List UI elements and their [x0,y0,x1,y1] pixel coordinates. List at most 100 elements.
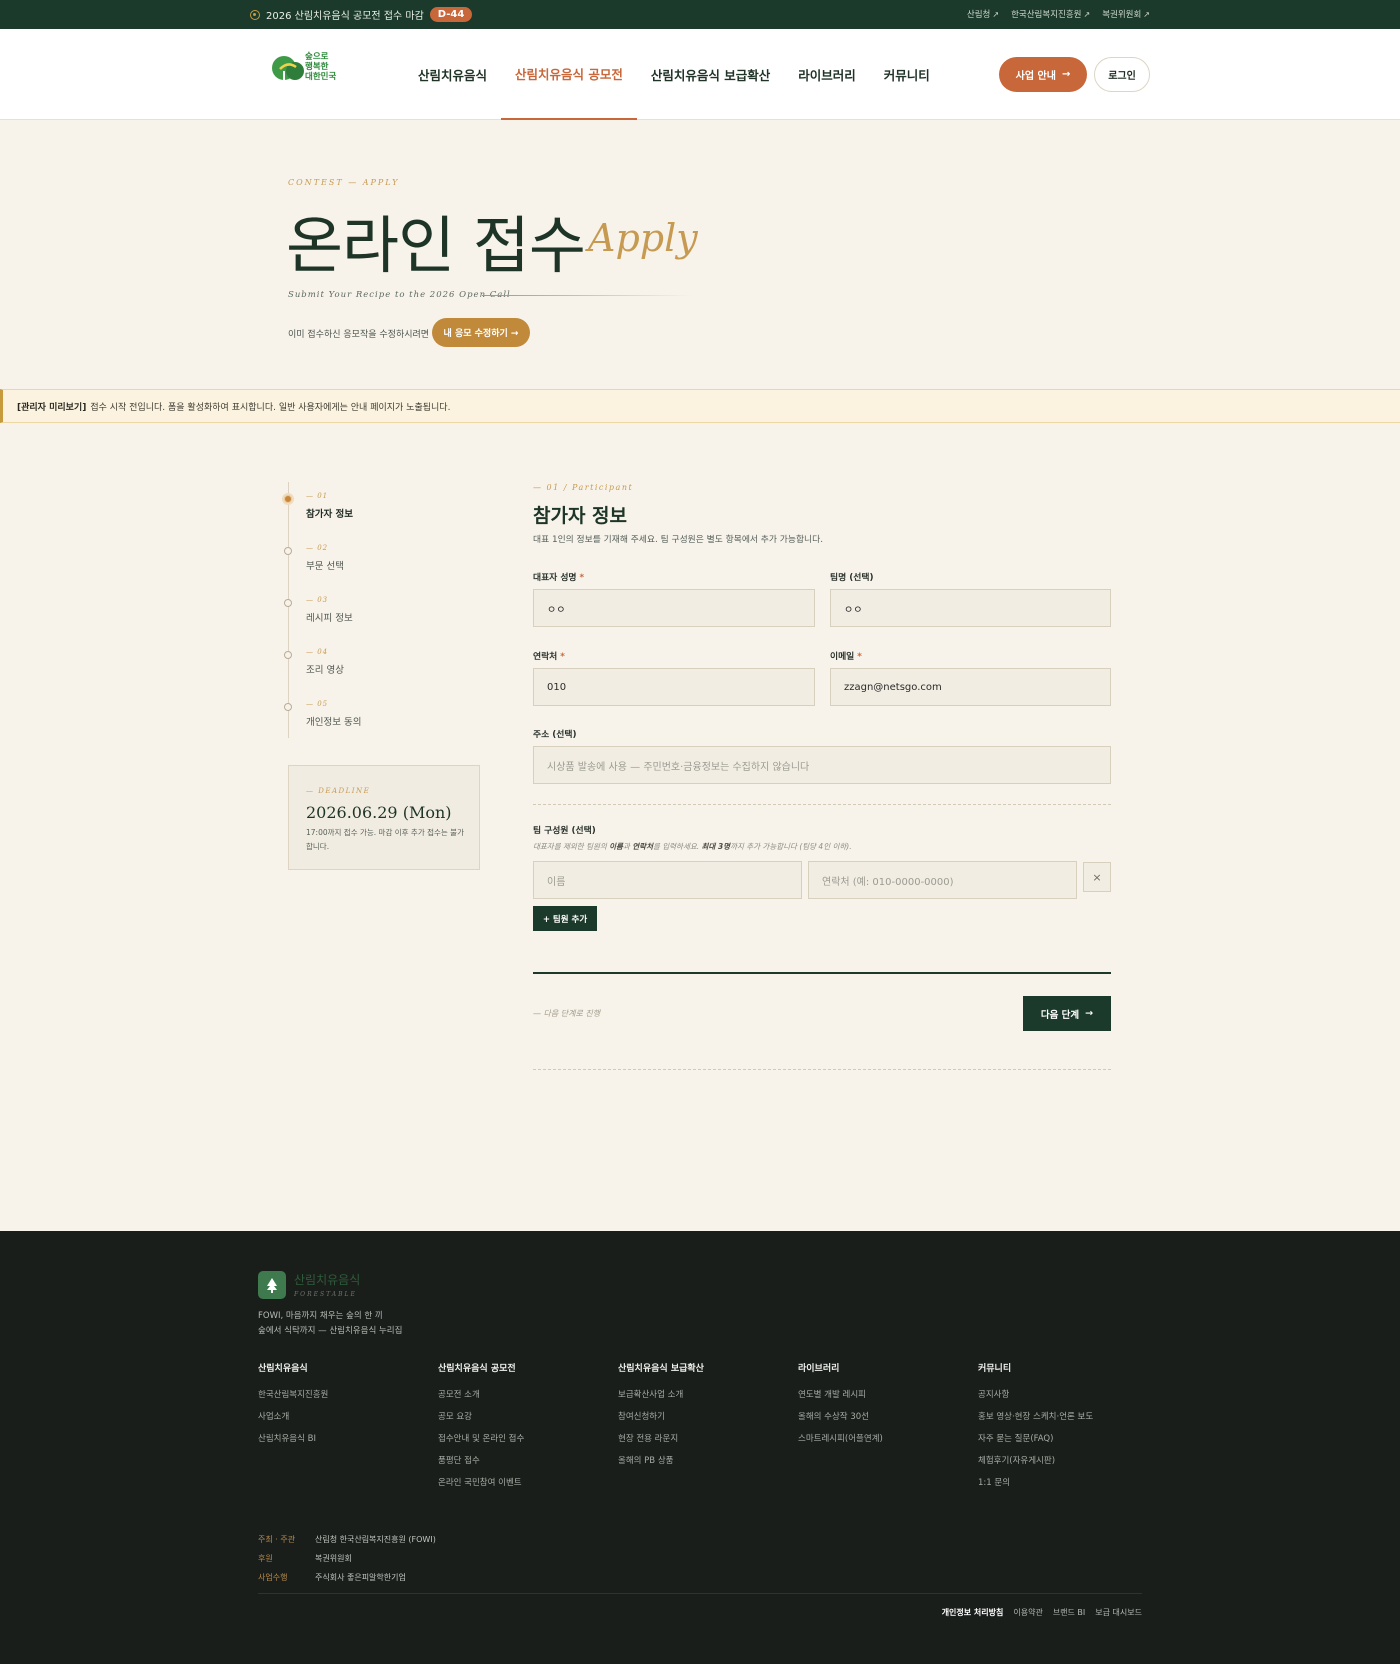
member-name-input[interactable]: 이름 [533,861,802,899]
step-marker [284,651,292,659]
nav-item-spread[interactable]: 산림치유음식 보급확산 [637,29,784,120]
brand-bi-link[interactable]: 브랜드 BI [1053,1607,1085,1618]
step-marker [284,495,292,503]
main-nav: 산림치유음식 산림치유음식 공모전 산림치유음식 보급확산 라이브러리 커뮤니티 [404,29,944,120]
edit-submission-button[interactable]: 내 응모 수정하기 → [432,318,530,347]
privacy-policy-link[interactable]: 개인정보 처리방침 [942,1607,1004,1618]
footer-link[interactable]: 온라인 국민참여 이벤트 [438,1476,524,1488]
form-end-separator [533,1069,1111,1070]
email-field[interactable]: zzagn@netsgo.com [830,668,1111,706]
hero-eyebrow: CONTEST — APPLY [288,178,400,187]
next-step-button[interactable]: 다음 단계 → [1023,996,1111,1031]
step-marker [284,547,292,555]
terms-link[interactable]: 이용약관 [1013,1607,1042,1618]
footer-link[interactable]: 체험후기(자유게시판) [978,1454,1093,1466]
members-hint: 대표자를 제외한 팀원의 이름과 연락처를 입력하세요. 최대 3명까지 추가 … [533,842,852,851]
footer-legal-links: 개인정보 처리방침 이용약관 브랜드 BI 보급 대시보드 [942,1607,1142,1618]
deadline-notice: 2026 산림치유음식 공모전 접수 마감 D-44 [250,7,473,22]
admin-preview-banner: [관리자 미리보기] 접수 시작 전입니다. 폼을 활성화하여 표시합니다. 일… [0,389,1400,423]
dday-badge: D-44 [429,7,473,22]
footer-link[interactable]: 품평단 접수 [438,1454,524,1466]
phone-label: 연락처 * [533,652,565,662]
footer-link[interactable]: 올해의 수상작 30선 [798,1410,883,1422]
footer-column-community: 커뮤니티 공지사항 홍보 영상·현장 스케치·언론 보도 자주 묻는 질문(FA… [978,1364,1094,1488]
footer-link[interactable]: 공모 요강 [438,1410,524,1422]
phone-field[interactable]: 010 [533,668,815,706]
footer-org-sponsor: 후원 복권위원회 [258,1554,352,1563]
footer-link[interactable]: 연도별 개발 레시피 [798,1388,883,1400]
tree-icon [267,1278,277,1293]
arrow-right-icon: → [1085,1008,1094,1019]
footer-divider [258,1593,1142,1594]
deadline-notice-text: 2026 산림치유음식 공모전 접수 마감 [266,11,424,22]
remove-member-button[interactable]: × [1083,862,1111,892]
edit-prompt: 이미 접수하신 응모작을 수정하시려면 [288,330,430,340]
footer-link[interactable]: 올해의 PB 상품 [618,1454,704,1466]
sun-icon [250,9,260,20]
nav-item-food[interactable]: 산림치유음식 [404,29,501,120]
footer-link[interactable]: 한국산림복지진흥원 [258,1388,328,1400]
nav-item-library[interactable]: 라이브러리 [784,29,870,120]
arrow-right-icon: → [1061,69,1071,80]
footer-link[interactable]: 현장 전용 라운지 [618,1432,704,1444]
steps-line [288,482,289,738]
name-label: 대표자 성명 * [533,573,585,583]
member-phone-input[interactable]: 연락처 (예: 010-0000-0000) [808,861,1077,899]
team-name-field[interactable]: ㅇㅇ [830,589,1111,627]
external-links: 산림청 ↗ 한국산림복지진흥원 ↗ 복권위원회 ↗ [967,8,1150,20]
footer-link[interactable]: 접수안내 및 온라인 접수 [438,1432,524,1444]
external-link-icon: ↗ [1083,10,1091,19]
login-button[interactable]: 로그인 [1094,57,1150,92]
page-title: 온라인 접수 [286,209,586,282]
footer-logo-icon [258,1271,286,1299]
name-field[interactable]: ㅇㅇ [533,589,815,627]
business-info-button[interactable]: 사업 안내 → [999,57,1087,92]
footer-tagline: FOWI, 마음까지 채우는 숲의 한 끼 숲에서 식탁까지 — 산림치유음식 … [258,1311,403,1336]
form-divider [533,972,1111,974]
deadline-label: — DEADLINE [306,787,371,795]
section-eyebrow: — 01 / Participant [533,483,634,492]
deadline-date: 2026.06.29 (Mon) [306,803,452,822]
members-label: 팀 구성원 (선택) [533,826,596,836]
nav-item-community[interactable]: 커뮤니티 [870,29,944,120]
external-link-icon: ↗ [1143,10,1150,19]
team-label: 팀명 (선택) [830,573,874,583]
footer-brand-sub: FORESTABLE [294,1291,357,1298]
admin-preview-text: 접수 시작 전입니다. 폼을 활성화하여 표시합니다. 일반 사용자에게는 안내… [90,402,451,413]
footer-link[interactable]: 참여신청하기 [618,1410,704,1422]
address-label: 주소 (선택) [533,730,577,740]
step-marker [284,703,292,711]
address-field[interactable]: 시상품 발송에 사용 — 주민번호·금융정보는 수집하지 않습니다 [533,746,1111,784]
footer-link[interactable]: 스마트레시피(어플연계) [798,1432,883,1444]
footer-org-host: 주최 · 주관 산림청 한국산림복지진흥원 (FOWI) [258,1535,436,1544]
footer-column-food: 산림치유음식 한국산림복지진흥원 사업소개 산림치유음식 BI [258,1364,329,1444]
next-hint: — 다음 단계로 진행 [533,1009,601,1018]
footer-link[interactable]: 1:1 문의 [978,1476,1093,1488]
dashboard-link[interactable]: 보급 대시보드 [1095,1607,1142,1618]
footer-org-operator: 사업수행 주식회사 좋은피알학한기업 [258,1573,406,1582]
footer-brand: 산림치유음식 [294,1273,361,1287]
footer-link[interactable]: 사업소개 [258,1410,328,1422]
footer-column-spread: 산림치유음식 보급확산 보급확산사업 소개 참여신청하기 현장 전용 라운지 올… [618,1364,704,1466]
footer-link[interactable]: 산림치유음식 BI [258,1432,328,1444]
footer-column-contest: 산림치유음식 공모전 공모전 소개 공모 요강 접수안내 및 온라인 접수 품평… [438,1364,525,1488]
hero-divider [482,295,692,296]
footer-link[interactable]: 자주 묻는 질문(FAQ) [978,1432,1093,1444]
nav-item-contest[interactable]: 산림치유음식 공모전 [501,29,637,120]
external-link-forest-service[interactable]: 산림청 ↗ [967,8,999,20]
external-link-fowi[interactable]: 한국산림복지진흥원 ↗ [1011,8,1090,20]
section-title: 참가자 정보 [533,505,628,527]
admin-preview-tag: [관리자 미리보기] [17,402,87,413]
deadline-card: — DEADLINE 2026.06.29 (Mon) 17:00까지 접수 가… [288,765,480,870]
footer-column-library: 라이브러리 연도별 개발 레시피 올해의 수상작 30선 스마트레시피(어플연계… [798,1364,883,1444]
footer-link[interactable]: 홍보 영상·현장 스케치·언론 보도 [978,1410,1093,1422]
footer-link[interactable]: 공지사항 [978,1388,1093,1400]
form-separator [533,804,1111,805]
footer-link[interactable]: 보급확산사업 소개 [618,1388,704,1400]
external-link-lottery[interactable]: 복권위원회 ↗ [1102,8,1150,20]
add-member-button[interactable]: + 팀원 추가 [533,906,597,931]
hero-subtitle: Submit Your Recipe to the 2026 Open Call [288,290,511,300]
footer-link[interactable]: 공모전 소개 [438,1388,524,1400]
step-marker [284,599,292,607]
email-label: 이메일 * [830,652,862,662]
